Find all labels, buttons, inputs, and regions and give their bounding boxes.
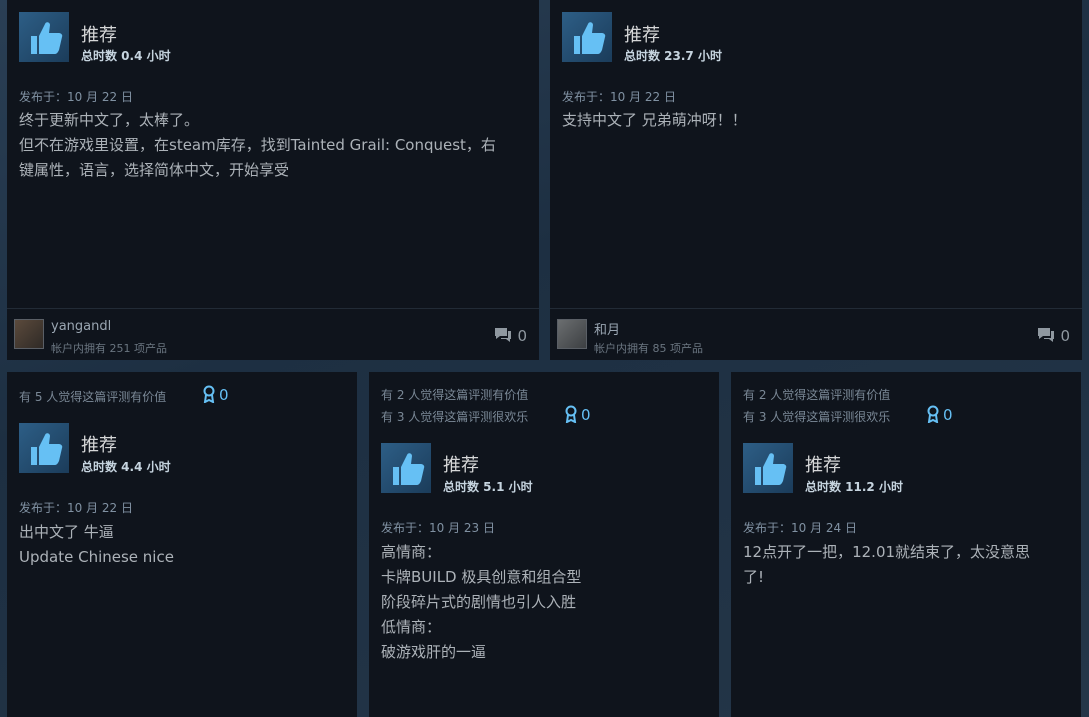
review-card-5: 有 2 人觉得这篇评测有价值 有 3 人觉得这篇评测很欢乐 0 推荐 总时数 1… (731, 372, 1081, 717)
award-count[interactable]: 0 (926, 405, 953, 424)
thumbs-up-icon[interactable] (562, 12, 612, 62)
award-count-value: 0 (581, 406, 591, 424)
review-text: 高情商： 卡牌BUILD 极具创意和组合型 阶段碎片式的剧情也引人入胜 低情商：… (381, 540, 581, 665)
award-count[interactable]: 0 (564, 405, 591, 424)
review-card-2: 推荐 总时数 23.7 小时 发布于：10 月 22 日 支持中文了 兄弟萌冲呀… (550, 0, 1082, 360)
review-text-line: 出中文了 牛逼 (19, 523, 114, 541)
helpful-count: 有 2 人觉得这篇评测有价值 (743, 388, 891, 402)
review-text-line: 终于更新中文了，太棒了。 (19, 111, 200, 129)
award-count-value: 0 (219, 386, 229, 404)
comment-count-value: 0 (517, 327, 527, 345)
award-icon (565, 405, 577, 424)
review-text-line: 阶段碎片式的剧情也引人入胜 (381, 593, 577, 611)
comment-icon (1038, 328, 1055, 342)
review-text-line: 键属性，语言，选择简体中文，开始享受 (19, 161, 290, 179)
posted-date: 发布于：10 月 24 日 (743, 521, 857, 535)
review-text-line: 支持中文了 兄弟萌冲呀！！ (562, 111, 747, 129)
review-text-line: 卡牌BUILD 极具创意和组合型 (381, 568, 582, 586)
award-icon (927, 405, 939, 424)
review-text-line: 12点开了一把，12.01就结束了，太没意思 (743, 543, 1031, 561)
playtime-hours: 总时数 11.2 小时 (805, 480, 903, 494)
recommendation-label[interactable]: 推荐 (805, 451, 841, 477)
review-text-line: 了! (743, 568, 765, 586)
helpful-count: 有 5 人觉得这篇评测有价值 (19, 390, 167, 404)
playtime-hours: 总时数 4.4 小时 (81, 460, 171, 474)
funny-count: 有 3 人觉得这篇评测很欢乐 (743, 410, 891, 424)
thumbs-up-icon[interactable] (19, 423, 69, 473)
thumbs-up-icon[interactable] (381, 443, 431, 493)
footer-divider (550, 308, 1082, 309)
posted-date: 发布于：10 月 23 日 (381, 521, 495, 535)
posted-date: 发布于：10 月 22 日 (19, 90, 133, 104)
footer-divider (7, 308, 539, 309)
comment-icon (495, 328, 512, 342)
award-icon (203, 385, 215, 404)
posted-date: 发布于：10 月 22 日 (562, 90, 676, 104)
funny-count: 有 3 人觉得这篇评测很欢乐 (381, 410, 529, 424)
review-text-line: 低情商： (381, 618, 442, 636)
posted-date: 发布于：10 月 22 日 (19, 501, 133, 515)
comment-count[interactable]: 0 (493, 326, 527, 345)
review-text: 支持中文了 兄弟萌冲呀！！ (562, 108, 747, 133)
thumbs-up-icon[interactable] (743, 443, 793, 493)
review-card-1: 推荐 总时数 0.4 小时 发布于：10 月 22 日 终于更新中文了，太棒了。… (7, 0, 539, 360)
products-owned: 帐户内拥有 251 项产品 (51, 342, 167, 355)
products-owned: 帐户内拥有 85 项产品 (594, 342, 703, 355)
recommendation-label[interactable]: 推荐 (81, 431, 117, 457)
award-count-value: 0 (943, 406, 953, 424)
playtime-hours: 总时数 5.1 小时 (443, 480, 533, 494)
playtime-hours: 总时数 0.4 小时 (81, 49, 171, 63)
recommendation-label[interactable]: 推荐 (443, 451, 479, 477)
playtime-hours: 总时数 23.7 小时 (624, 49, 722, 63)
recommendation-label[interactable]: 推荐 (81, 21, 117, 47)
helpful-count: 有 2 人觉得这篇评测有价值 (381, 388, 529, 402)
review-text-line: 高情商： (381, 543, 442, 561)
review-text: 出中文了 牛逼 Update Chinese nice (19, 520, 174, 570)
review-text: 12点开了一把，12.01就结束了，太没意思 了! (743, 540, 1030, 590)
review-text-line: 破游戏肝的一逼 (381, 643, 487, 661)
comment-count[interactable]: 0 (1036, 326, 1070, 345)
comment-count-value: 0 (1060, 327, 1070, 345)
avatar[interactable] (14, 319, 44, 349)
review-card-3: 有 5 人觉得这篇评测有价值 0 推荐 总时数 4.4 小时 发布于：10 月 … (7, 372, 357, 717)
review-text: 终于更新中文了，太棒了。 但不在游戏里设置，在steam库存，找到Tainted… (19, 108, 496, 183)
award-count[interactable]: 0 (202, 385, 229, 404)
avatar[interactable] (557, 319, 587, 349)
review-text-line: Update Chinese nice (19, 548, 174, 566)
review-card-4: 有 2 人觉得这篇评测有价值 有 3 人觉得这篇评测很欢乐 0 推荐 总时数 5… (369, 372, 719, 717)
recommendation-label[interactable]: 推荐 (624, 21, 660, 47)
review-text-line: 但不在游戏里设置，在steam库存，找到Tainted Grail: Conqu… (19, 136, 496, 154)
author-name[interactable]: 和月 (594, 319, 620, 338)
thumbs-up-icon[interactable] (19, 12, 69, 62)
author-name[interactable]: yangandl (51, 319, 111, 334)
